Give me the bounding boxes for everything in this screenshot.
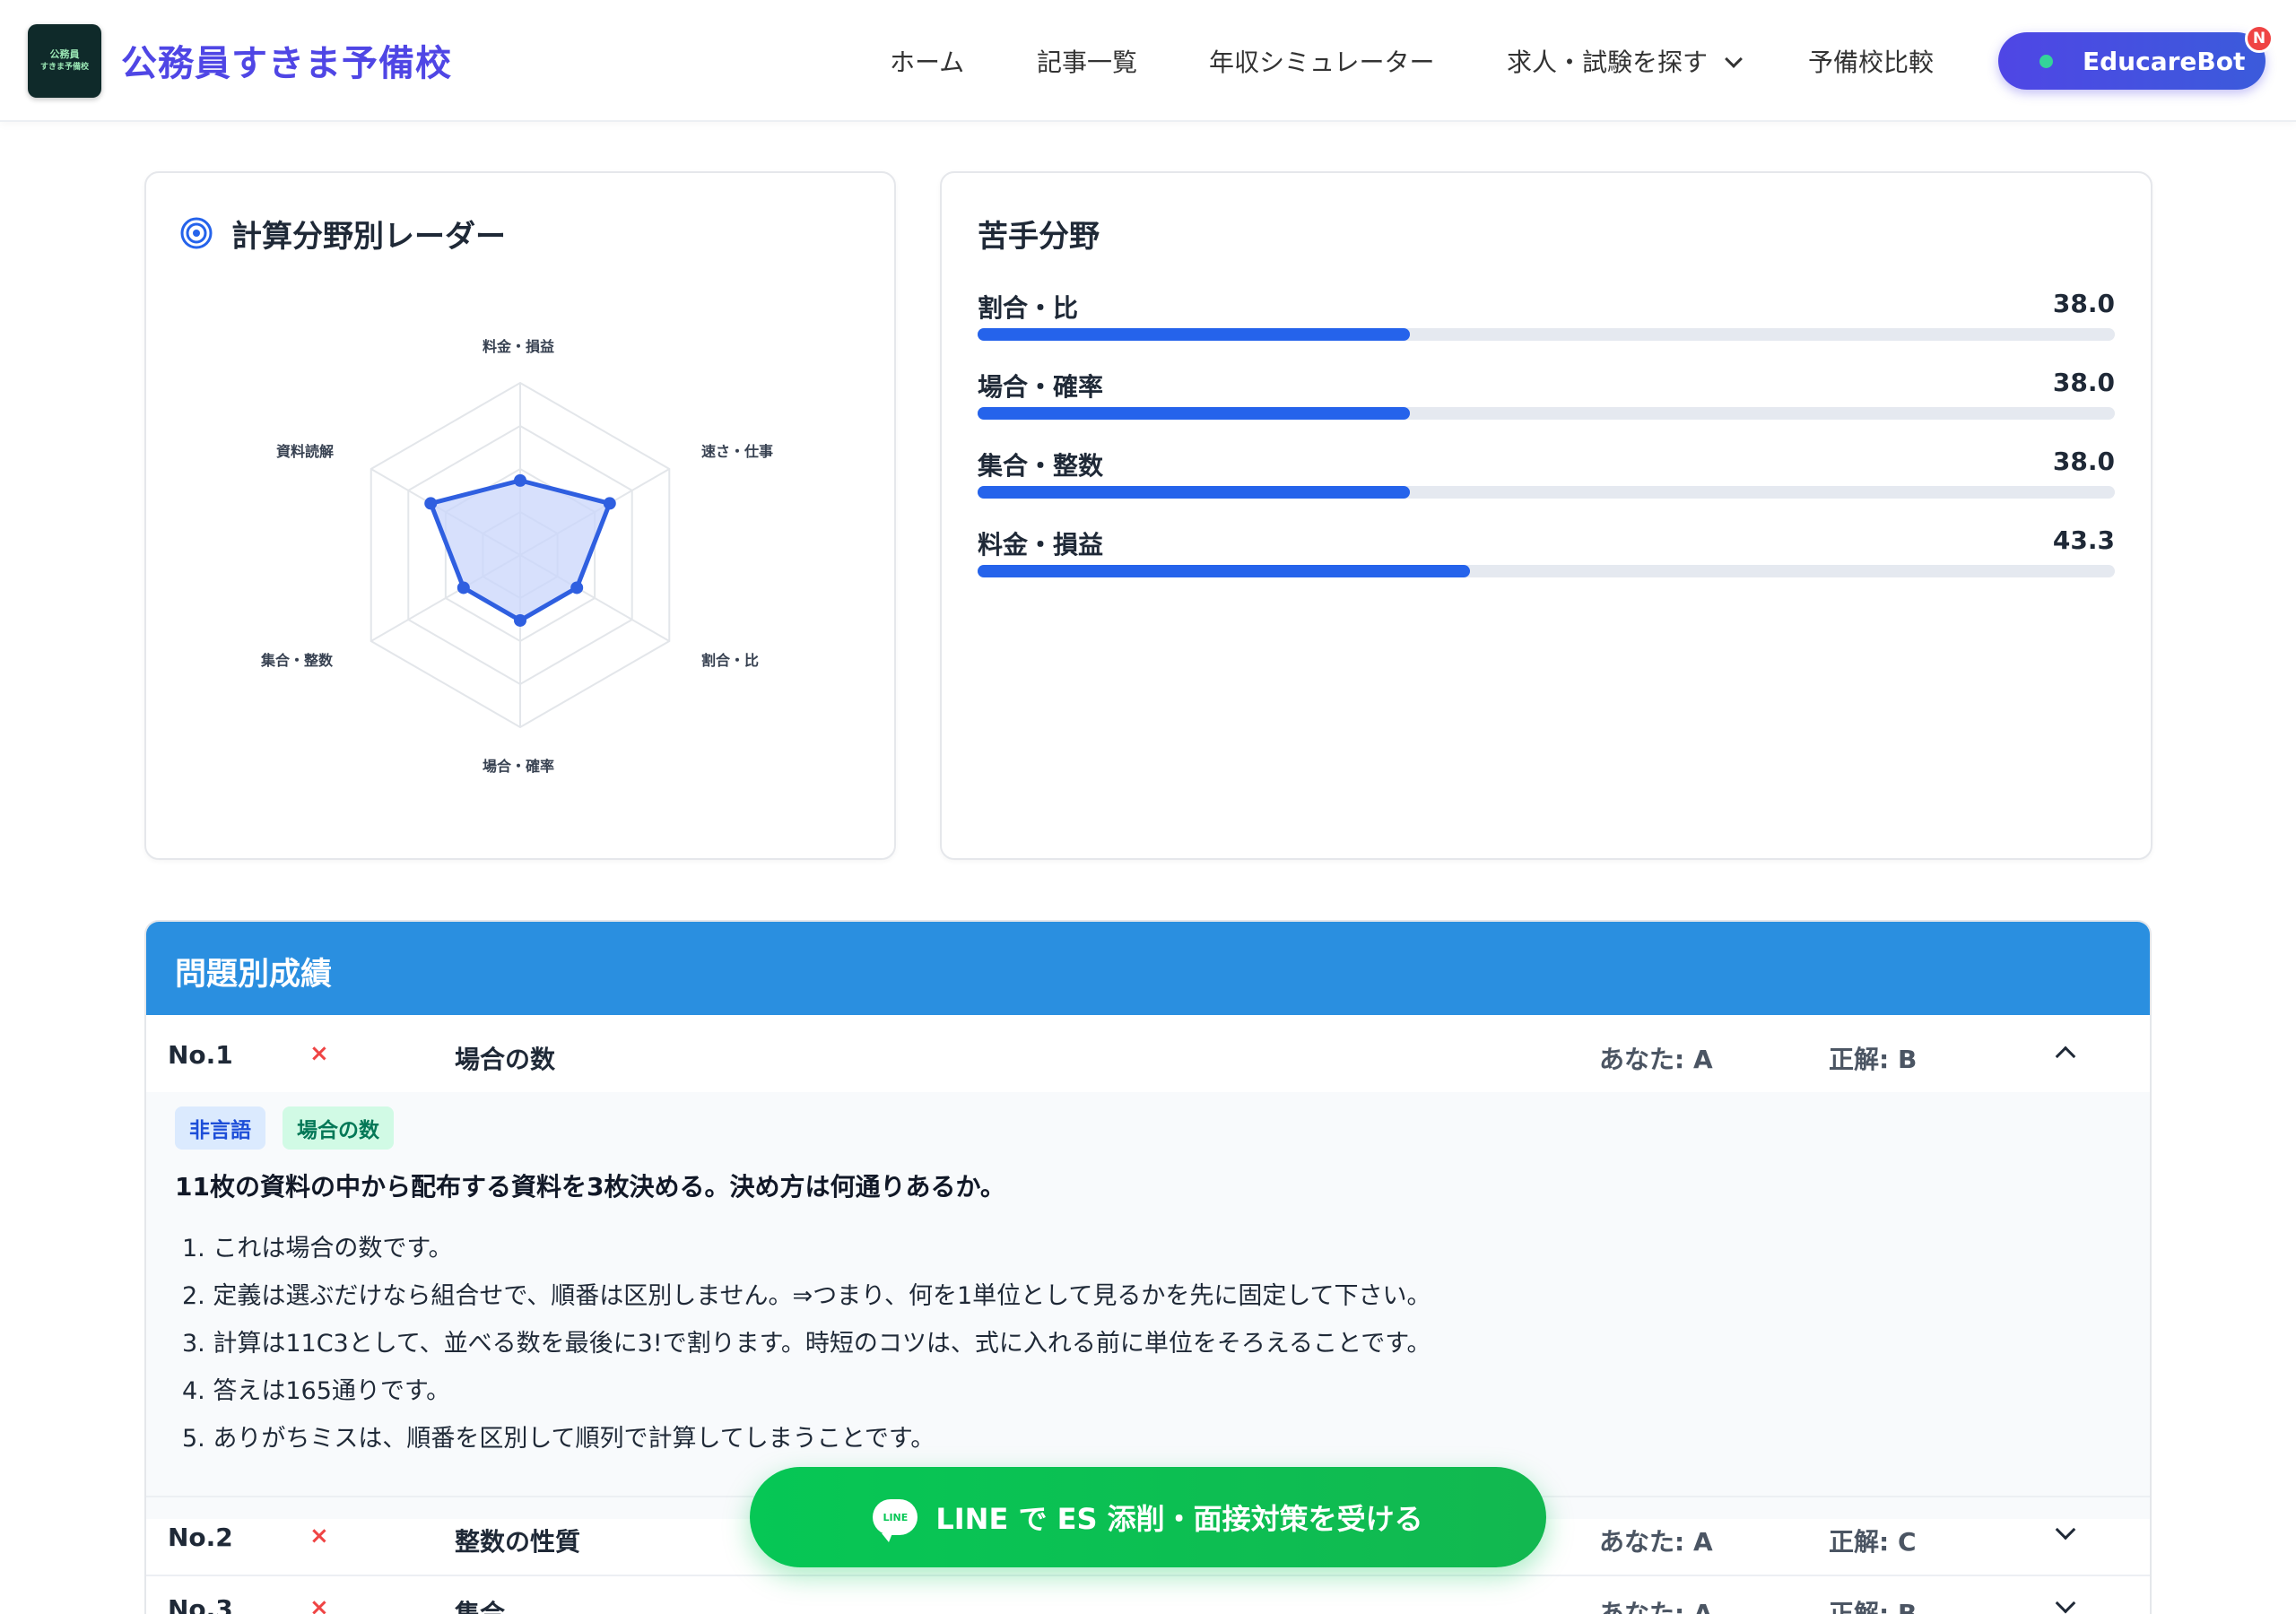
results-header: 問題別成績 — [146, 922, 2150, 1015]
weak-item-name: 集合・整数 — [978, 451, 1104, 481]
radar-data-point — [514, 613, 526, 627]
radar-series-area — [428, 478, 613, 623]
explanation-step: 5. ありがちミスは、順番を区別して順列で計算してしまうことです。 — [182, 1425, 935, 1453]
radar-axis-label: 割合・比 — [701, 652, 760, 669]
result-row[interactable]: No.1 × 場合の数 あなた: A 正解: B — [146, 1015, 2150, 1092]
chevron-down-icon — [1725, 50, 1743, 68]
weak-item-value: 38.0 — [2052, 368, 2115, 397]
explanation-step: 3. 計算は11C3として、並べる数を最後に3!で割ります。時短のコツは、式に入… — [182, 1330, 1431, 1358]
explanation-step: 1. これは場合の数です。 — [182, 1235, 453, 1263]
chevron-down-icon[interactable] — [2055, 1592, 2076, 1614]
site-header: 公務員 すきま予備校 公務員すきま予備校 ホーム 記事一覧 年収シミュレーター … — [0, 0, 2296, 122]
your-answer: あなた: A — [1599, 1045, 1713, 1074]
explanation-step: 2. 定義は選ぶだけなら組合せで、順番は区別しません。⇒つまり、何を1単位として… — [182, 1282, 1431, 1310]
weak-item-bar — [978, 565, 1471, 577]
weak-item-track — [978, 407, 2115, 420]
result-detail: 非言語 場合の数 11枚の資料の中から配布する資料を3枚決める。決め方は何通りあ… — [146, 1092, 2150, 1519]
radar-data-point — [514, 473, 526, 487]
nav-jobs-exams[interactable]: 求人・試験を探す — [1507, 43, 1743, 79]
weak-item-track — [978, 486, 2115, 499]
correct-answer: 正解: B — [1829, 1599, 1918, 1614]
radar-data-point — [457, 581, 470, 594]
weak-item-value: 38.0 — [2052, 447, 2115, 476]
weak-item-name: 場合・確率 — [978, 372, 1104, 402]
tag-category: 非言語 — [175, 1106, 265, 1150]
radar-axis-label: 集合・整数 — [261, 652, 334, 669]
correct-answer: 正解: C — [1829, 1527, 1917, 1557]
logo-text-line2: すきま予備校 — [39, 63, 89, 72]
nav-school-compare[interactable]: 予備校比較 — [1808, 43, 1934, 79]
radar-axis-label: 場合・確率 — [483, 758, 555, 775]
explanation-steps: 1. これは場合の数です。 2. 定義は選ぶだけなら組合せで、順番は区別しません… — [182, 1225, 1431, 1462]
line-chat-icon: LINE — [873, 1499, 918, 1542]
radar-data-point — [424, 497, 438, 510]
site-title[interactable]: 公務員すきま予備校 — [121, 34, 452, 86]
explanation-step: 4. 答えは165通りです。 — [182, 1377, 451, 1405]
tag-topic: 場合の数 — [283, 1106, 394, 1150]
site-logo[interactable]: 公務員 すきま予備校 — [28, 24, 101, 98]
weak-item-track — [978, 565, 2115, 577]
question-topic: 場合の数 — [455, 1045, 556, 1074]
weak-item-track — [978, 328, 2115, 341]
nav-salary-simulator[interactable]: 年収シミュレーター — [1209, 43, 1434, 79]
notification-badge: N — [2245, 24, 2274, 53]
question-number: No.2 — [168, 1523, 233, 1552]
educarebot-label: EducareBot — [2083, 46, 2246, 76]
result-row[interactable]: No.3 × 集合 あなた: A 正解: B — [146, 1576, 2150, 1614]
nav-articles[interactable]: 記事一覧 — [1037, 43, 1137, 79]
weak-item-name: 割合・比 — [978, 293, 1079, 323]
incorrect-mark-icon: × — [309, 1594, 329, 1614]
weak-item-bar — [978, 407, 1410, 420]
weak-areas-card — [940, 171, 2152, 860]
results-title: 問題別成績 — [175, 957, 333, 993]
radar-data-point — [603, 497, 616, 510]
weak-item-bar — [978, 486, 1410, 499]
incorrect-mark-icon: × — [309, 1040, 329, 1067]
nav-jobs-exams-label: 求人・試験を探す — [1507, 48, 1709, 77]
question-text: 11枚の資料の中から配布する資料を3枚決める。決め方は何通りあるか。 — [175, 1172, 1005, 1202]
incorrect-mark-icon: × — [309, 1523, 329, 1549]
educarebot-button[interactable]: EducareBot — [1998, 32, 2266, 90]
radar-axis-label: 料金・損益 — [483, 338, 555, 355]
logo-text-line1: 公務員 — [49, 48, 80, 60]
radar-axis-label: 速さ・仕事 — [701, 443, 774, 460]
your-answer: あなた: A — [1599, 1527, 1713, 1557]
question-topic: 整数の性質 — [455, 1527, 581, 1557]
line-cta-label: LINE で ES 添削・面接対策を受ける — [935, 1502, 1423, 1536]
your-answer: あなた: A — [1599, 1599, 1713, 1614]
question-topic: 集合 — [455, 1599, 506, 1614]
correct-answer: 正解: B — [1829, 1045, 1918, 1074]
line-cta-button[interactable]: LINE LINE で ES 添削・面接対策を受ける — [750, 1467, 1546, 1567]
radar-data-point — [570, 581, 584, 594]
weak-areas-title: 苦手分野 — [978, 219, 1100, 255]
nav-home[interactable]: ホーム — [890, 43, 964, 79]
chevron-up-icon[interactable] — [2055, 1046, 2076, 1067]
weak-item-value: 43.3 — [2052, 525, 2115, 555]
question-number: No.3 — [168, 1594, 233, 1614]
weak-item-bar — [978, 328, 1410, 341]
online-dot-icon — [2039, 55, 2053, 68]
question-number: No.1 — [168, 1040, 233, 1070]
radar-axis-label: 資料読解 — [276, 443, 335, 460]
weak-item-value: 38.0 — [2052, 289, 2115, 318]
chevron-down-icon[interactable] — [2055, 1519, 2076, 1540]
weak-item-name: 料金・損益 — [978, 530, 1104, 560]
